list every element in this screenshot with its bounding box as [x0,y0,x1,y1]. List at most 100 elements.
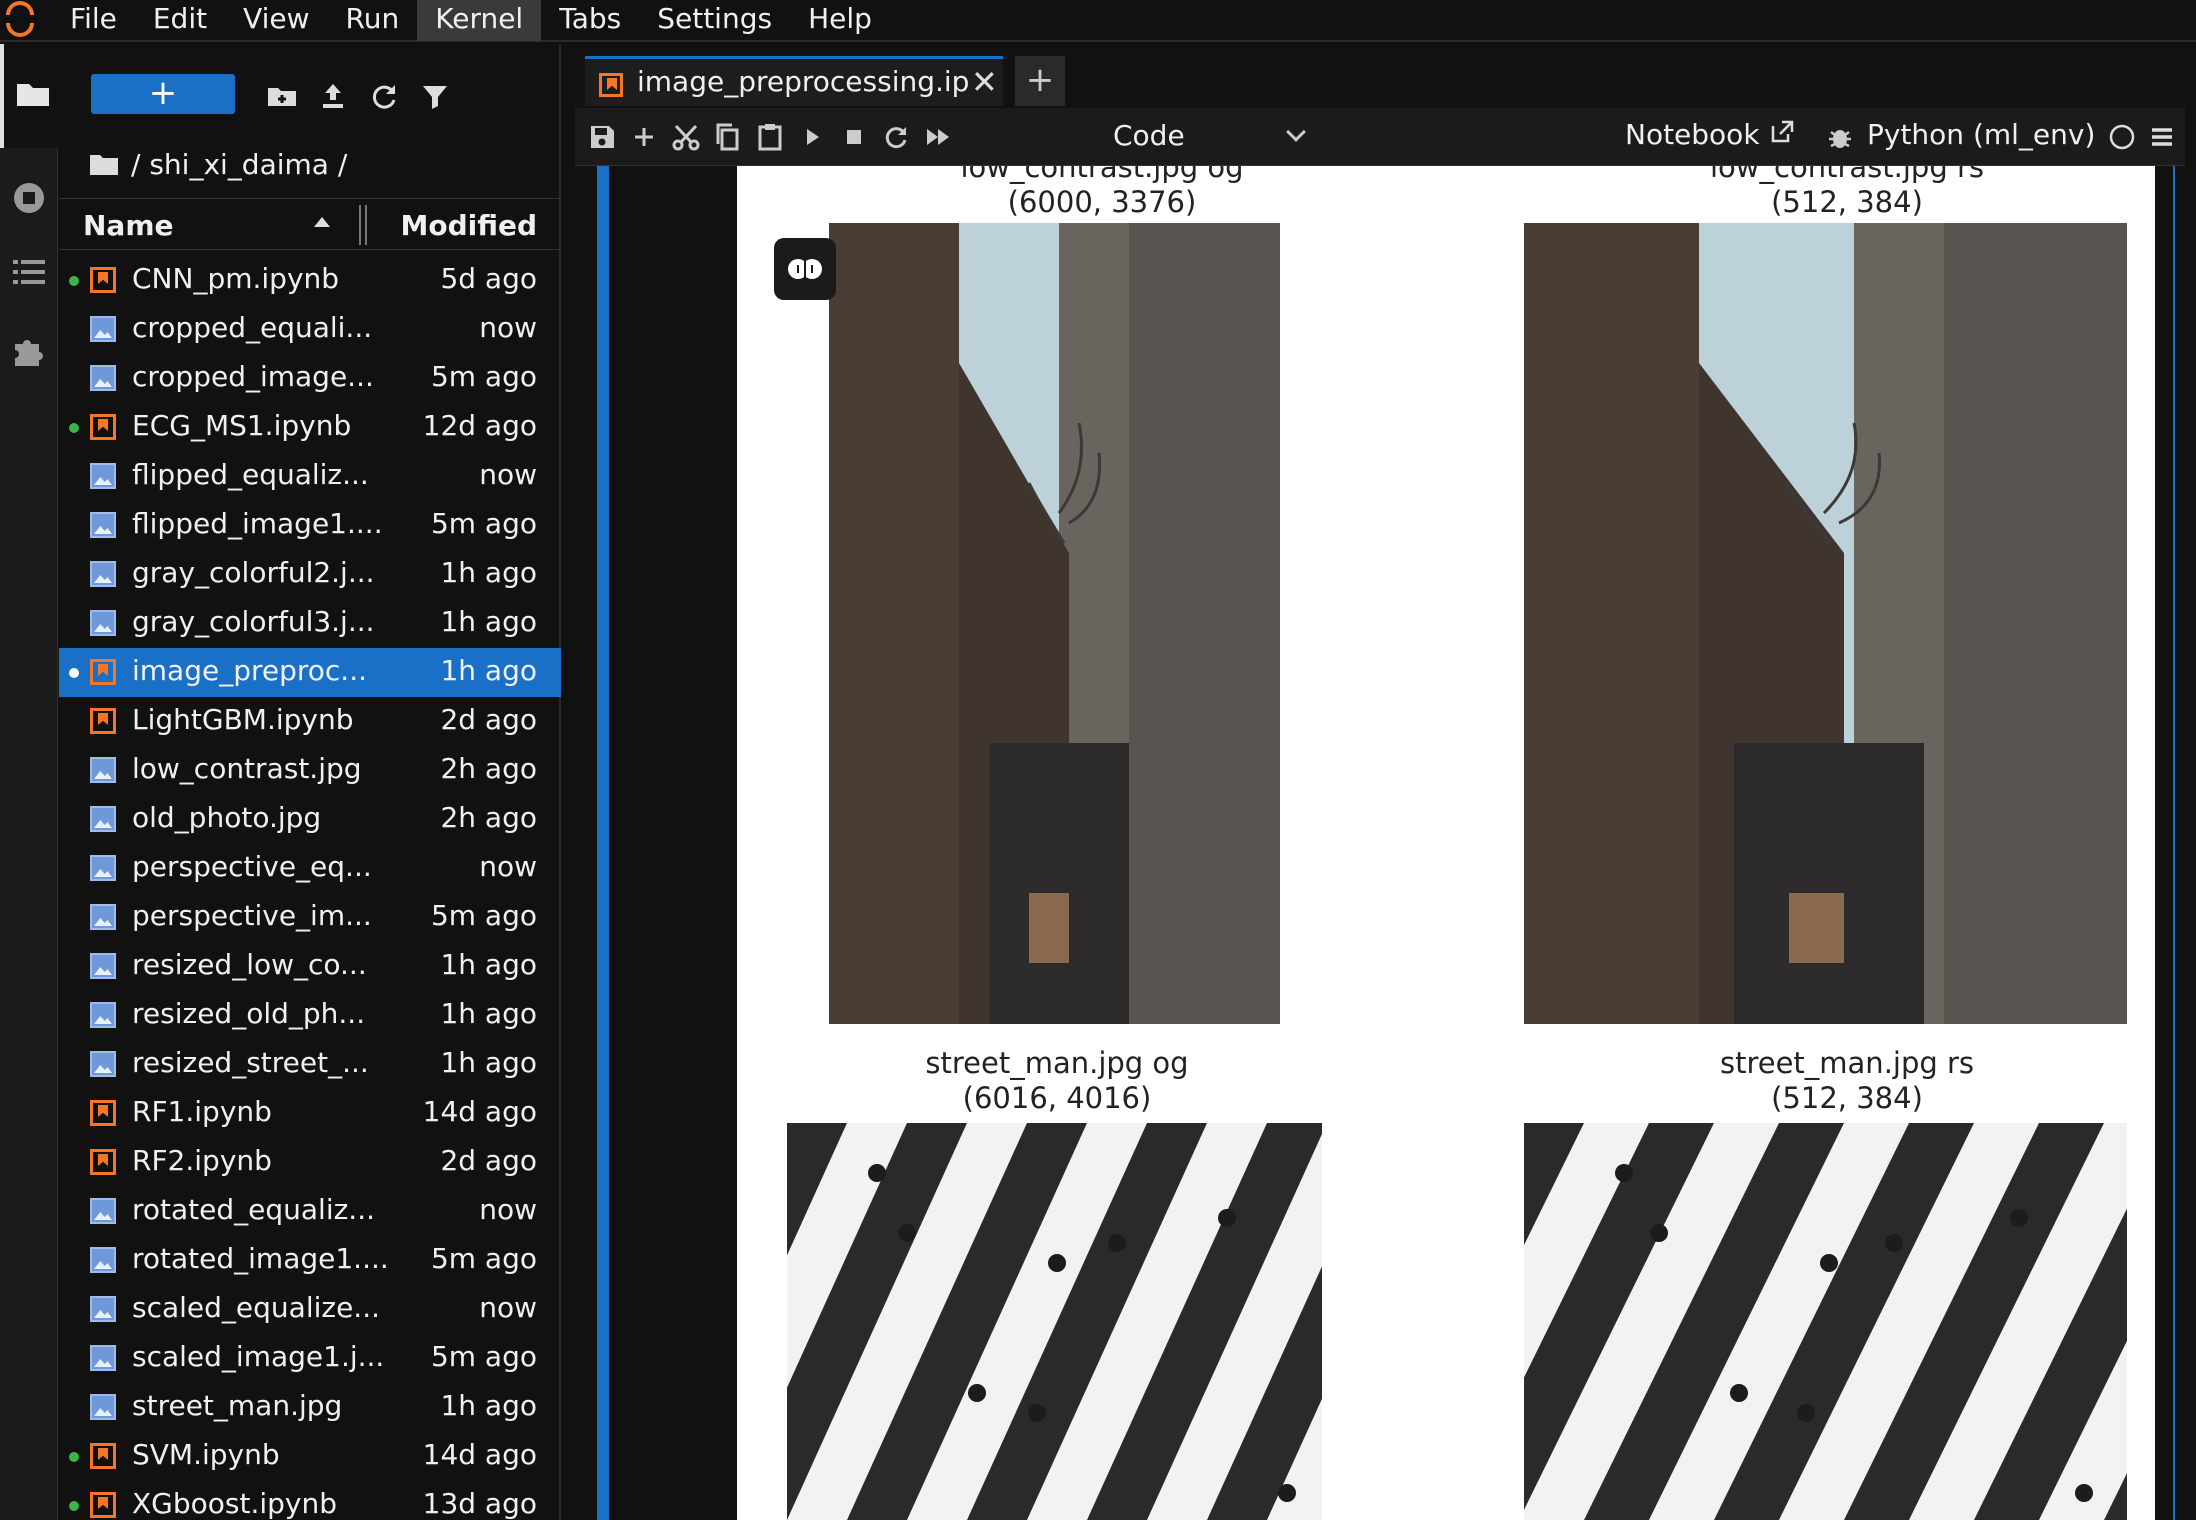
file-browser-tab[interactable] [0,44,58,148]
file-name: old_photo.jpg [132,801,322,834]
open-in-notebook-button[interactable]: Notebook [1625,118,1796,151]
image-file-icon [90,904,116,930]
debugger-button[interactable] [1821,118,1859,156]
image-file-icon [90,855,116,881]
interrupt-kernel-button[interactable] [835,118,873,156]
menu-help[interactable]: Help [790,0,890,41]
file-row[interactable]: XGboost.ipynb 13d ago [59,1481,561,1520]
menu-run[interactable]: Run [328,0,418,41]
file-name: cropped_equali... [132,311,373,344]
restart-kernel-button[interactable] [877,118,915,156]
image-file-icon [90,1296,116,1322]
file-name: flipped_equaliz... [132,458,369,491]
file-modified: 5m ago [430,507,537,540]
file-row[interactable]: scaled_equalize... now [59,1285,561,1334]
file-row[interactable]: old_photo.jpg 2h ago [59,795,561,844]
upload-button[interactable] [313,76,353,116]
file-modified: 5m ago [430,899,537,932]
run-cell-button[interactable] [793,118,831,156]
notebook-icon [90,267,116,293]
file-row[interactable]: cropped_equali... now [59,305,561,354]
extension-manager-tab[interactable] [0,300,58,404]
copy-button[interactable] [709,118,747,156]
paste-button[interactable] [751,118,789,156]
file-row[interactable]: flipped_image1.... 5m ago [59,501,561,550]
file-row[interactable]: resized_low_co... 1h ago [59,942,561,991]
file-row[interactable]: SVM.ipynb 14d ago [59,1432,561,1481]
notebook-icon [90,1492,116,1518]
new-launcher-button[interactable]: + [91,74,235,114]
file-modified: 1h ago [440,997,537,1030]
menu-file[interactable]: File [52,0,135,41]
file-name: low_contrast.jpg [132,752,362,785]
jupyter-logo-icon [0,0,52,41]
kernel-name-button[interactable]: Python (ml_env) [1867,118,2095,151]
tab-image-preprocessing[interactable]: image_preprocessing.ipynb ✕ [585,56,1003,106]
plot-size-text: (512, 384) [1771,185,1923,219]
plot-title-text: low_contrast.jpg rs [1710,166,1984,184]
column-name-header[interactable]: Name [83,209,174,242]
menu-view[interactable]: View [225,0,327,41]
file-row[interactable]: street_man.jpg 1h ago [59,1383,561,1432]
file-row[interactable]: resized_old_ph... 1h ago [59,991,561,1040]
file-row[interactable]: gray_colorful2.j... 1h ago [59,550,561,599]
image-file-icon [90,1345,116,1371]
sort-ascending-icon[interactable] [314,217,330,227]
file-name: RF1.ipynb [132,1095,272,1128]
column-resize-handle[interactable] [359,205,367,245]
file-row[interactable]: RF1.ipynb 14d ago [59,1089,561,1138]
restart-run-all-button[interactable] [919,118,957,156]
insert-cell-button[interactable] [625,118,663,156]
column-modified-header[interactable]: Modified [400,209,537,242]
file-row[interactable]: low_contrast.jpg 2h ago [59,746,561,795]
menu-settings[interactable]: Settings [639,0,790,41]
file-name: CNN_pm.ipynb [132,262,340,295]
file-row[interactable]: RF2.ipynb 2d ago [59,1138,561,1187]
file-row[interactable]: ECG_MS1.ipynb 12d ago [59,403,561,452]
menu-button[interactable] [2143,118,2181,156]
menu-edit[interactable]: Edit [135,0,225,41]
fast-forward-icon [927,129,949,145]
stop-icon [847,130,861,144]
file-name: LightGBM.ipynb [132,703,354,736]
breadcrumb-path[interactable]: / shi_xi_daima / [131,148,347,181]
file-row[interactable]: LightGBM.ipynb 2d ago [59,697,561,746]
file-modified: 12d ago [422,409,537,442]
file-row[interactable]: scaled_image1.j... 5m ago [59,1334,561,1383]
notebook-icon [90,1149,116,1175]
file-row[interactable]: CNN_pm.ipynb 5d ago [59,256,561,305]
notebook-label: Notebook [1625,118,1760,151]
close-icon[interactable]: ✕ [971,63,998,101]
file-row[interactable]: gray_colorful3.j... 1h ago [59,599,561,648]
cell-type-select[interactable]: Code [1113,119,1306,155]
breadcrumb[interactable]: / shi_xi_daima / [89,142,347,186]
image-file-icon [90,806,116,832]
cell-collapser[interactable] [597,166,609,1520]
file-name: cropped_image... [132,360,374,393]
extension-icon [15,340,43,366]
ai-assistant-button[interactable] [774,238,836,300]
add-tab-button[interactable]: + [1015,56,1065,106]
cut-button[interactable] [667,118,705,156]
menu-tabs[interactable]: Tabs [541,0,639,41]
file-row[interactable]: rotated_equaliz... now [59,1187,561,1236]
file-modified: 14d ago [422,1438,537,1471]
paste-icon [758,124,782,151]
save-button[interactable] [583,118,621,156]
plot-title: street_man.jpg og (6016, 4016) [857,1046,1257,1116]
new-folder-button[interactable] [262,76,302,116]
file-row[interactable]: rotated_image1.... 5m ago [59,1236,561,1285]
file-row[interactable]: cropped_image... 5m ago [59,354,561,403]
file-row[interactable]: perspective_im... 5m ago [59,893,561,942]
refresh-button[interactable] [364,76,404,116]
filter-button[interactable] [415,76,455,116]
menu-kernel[interactable]: Kernel [417,0,542,41]
file-row[interactable]: flipped_equaliz... now [59,452,561,501]
main-area: image_preprocessing.ipynb ✕ + [563,44,2196,1520]
menubar: File Edit View Run Kernel Tabs Settings … [0,0,2196,42]
chevron-down-icon [1286,122,1306,142]
file-row[interactable]: resized_street_... 1h ago [59,1040,561,1089]
image-file-icon [90,1247,116,1273]
file-row[interactable]: image_preproc... 1h ago [59,648,561,697]
file-row[interactable]: perspective_eq... now [59,844,561,893]
